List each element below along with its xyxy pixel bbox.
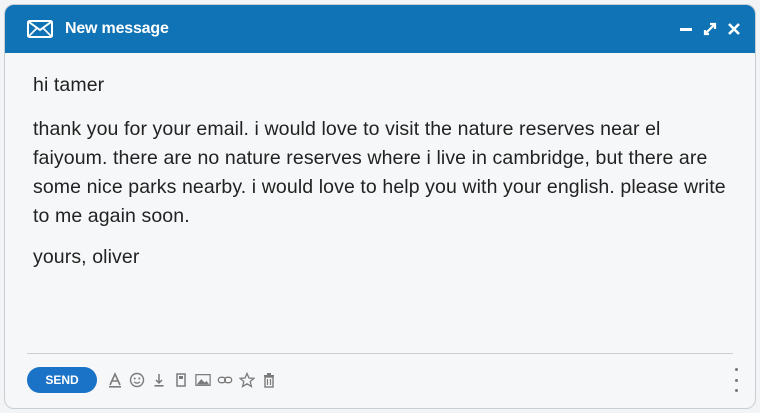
window-controls — [679, 22, 741, 36]
more-options-icon[interactable] — [731, 368, 741, 392]
emoji-icon[interactable] — [129, 371, 145, 389]
message-body[interactable]: hi tamer thank you for your email. i wou… — [5, 53, 755, 272]
message-greeting: hi tamer — [33, 74, 105, 96]
drive-icon[interactable] — [173, 371, 189, 389]
attach-icon[interactable] — [151, 371, 167, 389]
window-title: New message — [65, 20, 169, 37]
message-paragraph: thank you for your email. i would love t… — [33, 118, 726, 227]
photo-icon[interactable] — [195, 371, 211, 389]
toolbar-divider — [27, 353, 733, 354]
send-button[interactable]: SEND — [27, 367, 97, 393]
message-closing: yours, oliver — [33, 246, 140, 268]
compose-window: New message hi tamer thank you for your … — [4, 4, 756, 409]
minimize-icon[interactable] — [679, 22, 693, 36]
expand-icon[interactable] — [703, 22, 717, 36]
link-icon[interactable] — [217, 371, 233, 389]
envelope-icon — [27, 20, 53, 38]
title-bar[interactable]: New message — [5, 5, 755, 53]
formatting-tools — [107, 371, 277, 389]
format-text-icon[interactable] — [107, 371, 123, 389]
trash-icon[interactable] — [261, 371, 277, 389]
compose-toolbar: SEND — [27, 365, 741, 395]
star-icon[interactable] — [239, 371, 255, 389]
close-icon[interactable] — [727, 22, 741, 36]
